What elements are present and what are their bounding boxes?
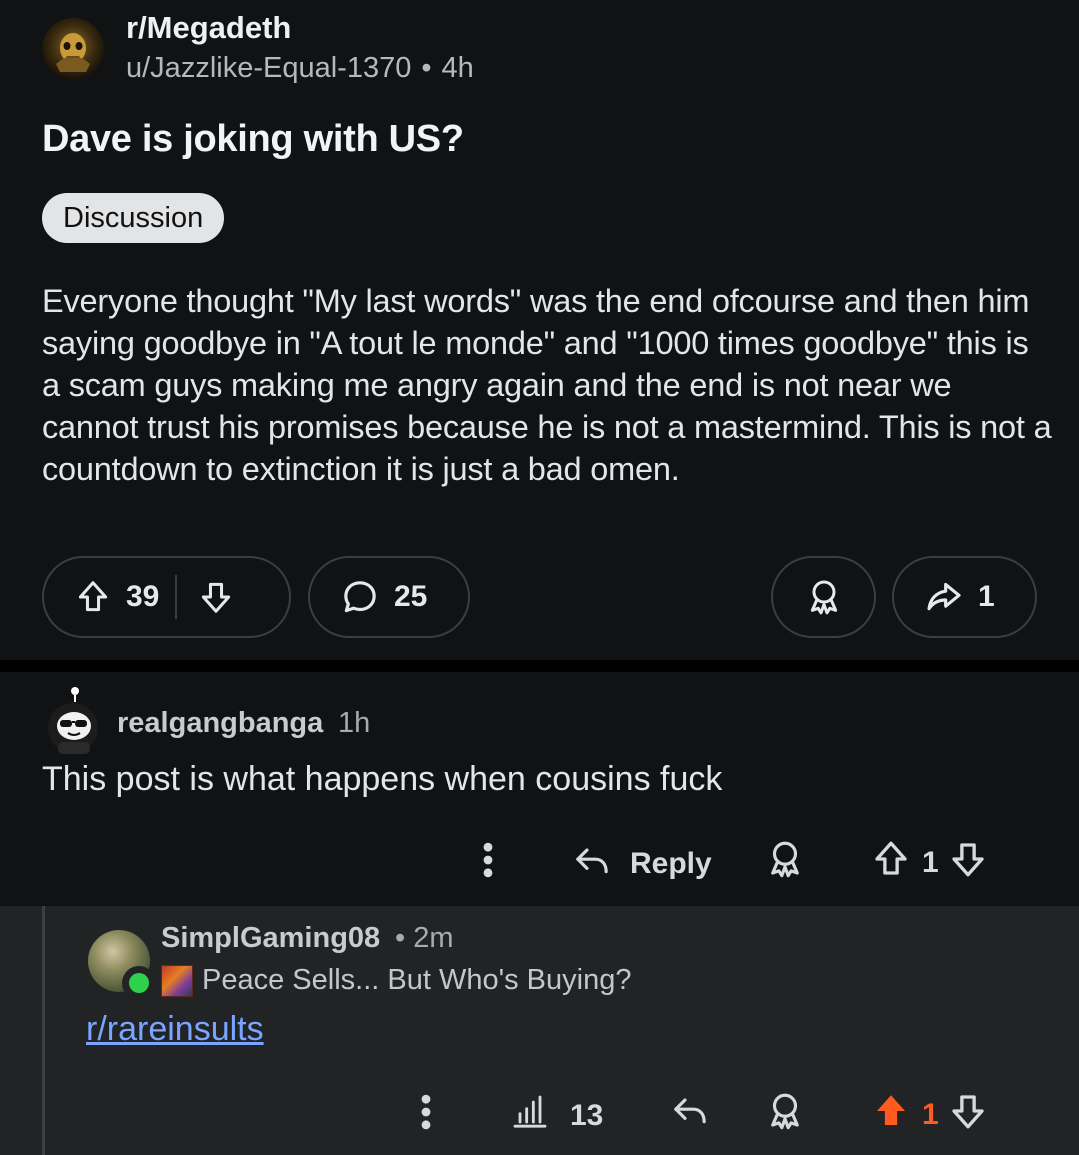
reply-actions: 13 1	[0, 1082, 1079, 1142]
arrow-down-outline-icon[interactable]	[947, 838, 989, 888]
share-count: 1	[978, 580, 995, 613]
award-ribbon-icon	[804, 577, 844, 617]
user-flair-text: Peace Sells... But Who's Buying?	[202, 964, 632, 996]
speech-bubble-icon	[340, 577, 380, 617]
post-card: r/Megadeth u/Jazzlike-Equal-1370 • 4h Dave…	[0, 0, 1079, 660]
vertical-dots-icon[interactable]	[408, 1090, 444, 1134]
section-divider	[0, 660, 1079, 672]
arrow-up-outline-icon[interactable]	[74, 578, 112, 616]
subreddit-avatar[interactable]	[42, 18, 104, 80]
online-status-icon	[122, 966, 156, 1000]
reply-button[interactable]	[668, 1090, 712, 1130]
vote-divider	[175, 575, 178, 619]
post-upvote-count: 39	[126, 580, 160, 613]
meta-separator: •	[421, 52, 432, 84]
reply-vote: 1	[870, 1090, 989, 1140]
comment-age: 1h	[338, 707, 371, 739]
share-button[interactable]: 1	[892, 556, 1037, 638]
award-button[interactable]	[771, 556, 876, 638]
share-arrow-icon	[924, 577, 964, 617]
comment-body: This post is what happens when cousins f…	[42, 760, 723, 798]
view-count: 13	[570, 1099, 604, 1132]
post-meta: u/Jazzlike-Equal-1370 • 4h	[126, 52, 474, 85]
reply-button[interactable]: Reply	[570, 840, 712, 888]
comment: realgangbanga 1h This post is what happe…	[0, 672, 1079, 906]
comments-button[interactable]: 25	[308, 556, 470, 638]
reply-meta: • 2m	[395, 922, 454, 955]
meta-separator: •	[395, 922, 406, 954]
reply-comment: SimplGaming08 • 2m Peace Sells... But Wh…	[0, 906, 1079, 1155]
comment-award-button[interactable]	[764, 838, 806, 880]
reply-author[interactable]: SimplGaming08	[161, 922, 380, 955]
comment-author-avatar[interactable]	[46, 686, 100, 756]
arrow-up-outline-icon[interactable]	[870, 838, 912, 888]
bar-chart-icon	[508, 1092, 552, 1140]
vote-pill: 39	[42, 556, 291, 638]
vertical-dots-icon[interactable]	[470, 838, 506, 882]
user-flair: Peace Sells... But Who's Buying?	[161, 964, 631, 997]
reply-score: 1	[922, 1098, 939, 1131]
post-body: Everyone thought "My last words" was the…	[42, 283, 1052, 487]
reply-arrow-icon	[570, 840, 614, 888]
arrow-down-outline-icon[interactable]	[947, 1090, 989, 1140]
subreddit-name[interactable]: r/Megadeth	[126, 10, 291, 46]
comment-count: 25	[394, 580, 428, 613]
arrow-down-outline-icon[interactable]	[197, 578, 235, 616]
comment-score: 1	[922, 846, 939, 879]
subreddit-link[interactable]: r/rareinsults	[86, 1010, 264, 1049]
post-age: 4h	[441, 52, 474, 84]
comment-vote: 1	[870, 838, 989, 888]
post-author[interactable]: u/Jazzlike-Equal-1370	[126, 52, 411, 84]
post-flair[interactable]: Discussion	[42, 193, 225, 243]
album-cover-icon	[161, 964, 193, 997]
post-title[interactable]: Dave is joking with US?	[42, 118, 464, 161]
comment-actions: Reply 1	[0, 832, 1079, 892]
arrow-up-filled-icon[interactable]	[870, 1090, 912, 1140]
reply-award-button[interactable]	[764, 1090, 806, 1132]
reply-age: 2m	[413, 922, 454, 954]
comment-author[interactable]: realgangbanga	[117, 707, 323, 740]
reply-label: Reply	[630, 847, 712, 880]
insights-button[interactable]: 13	[508, 1092, 603, 1140]
